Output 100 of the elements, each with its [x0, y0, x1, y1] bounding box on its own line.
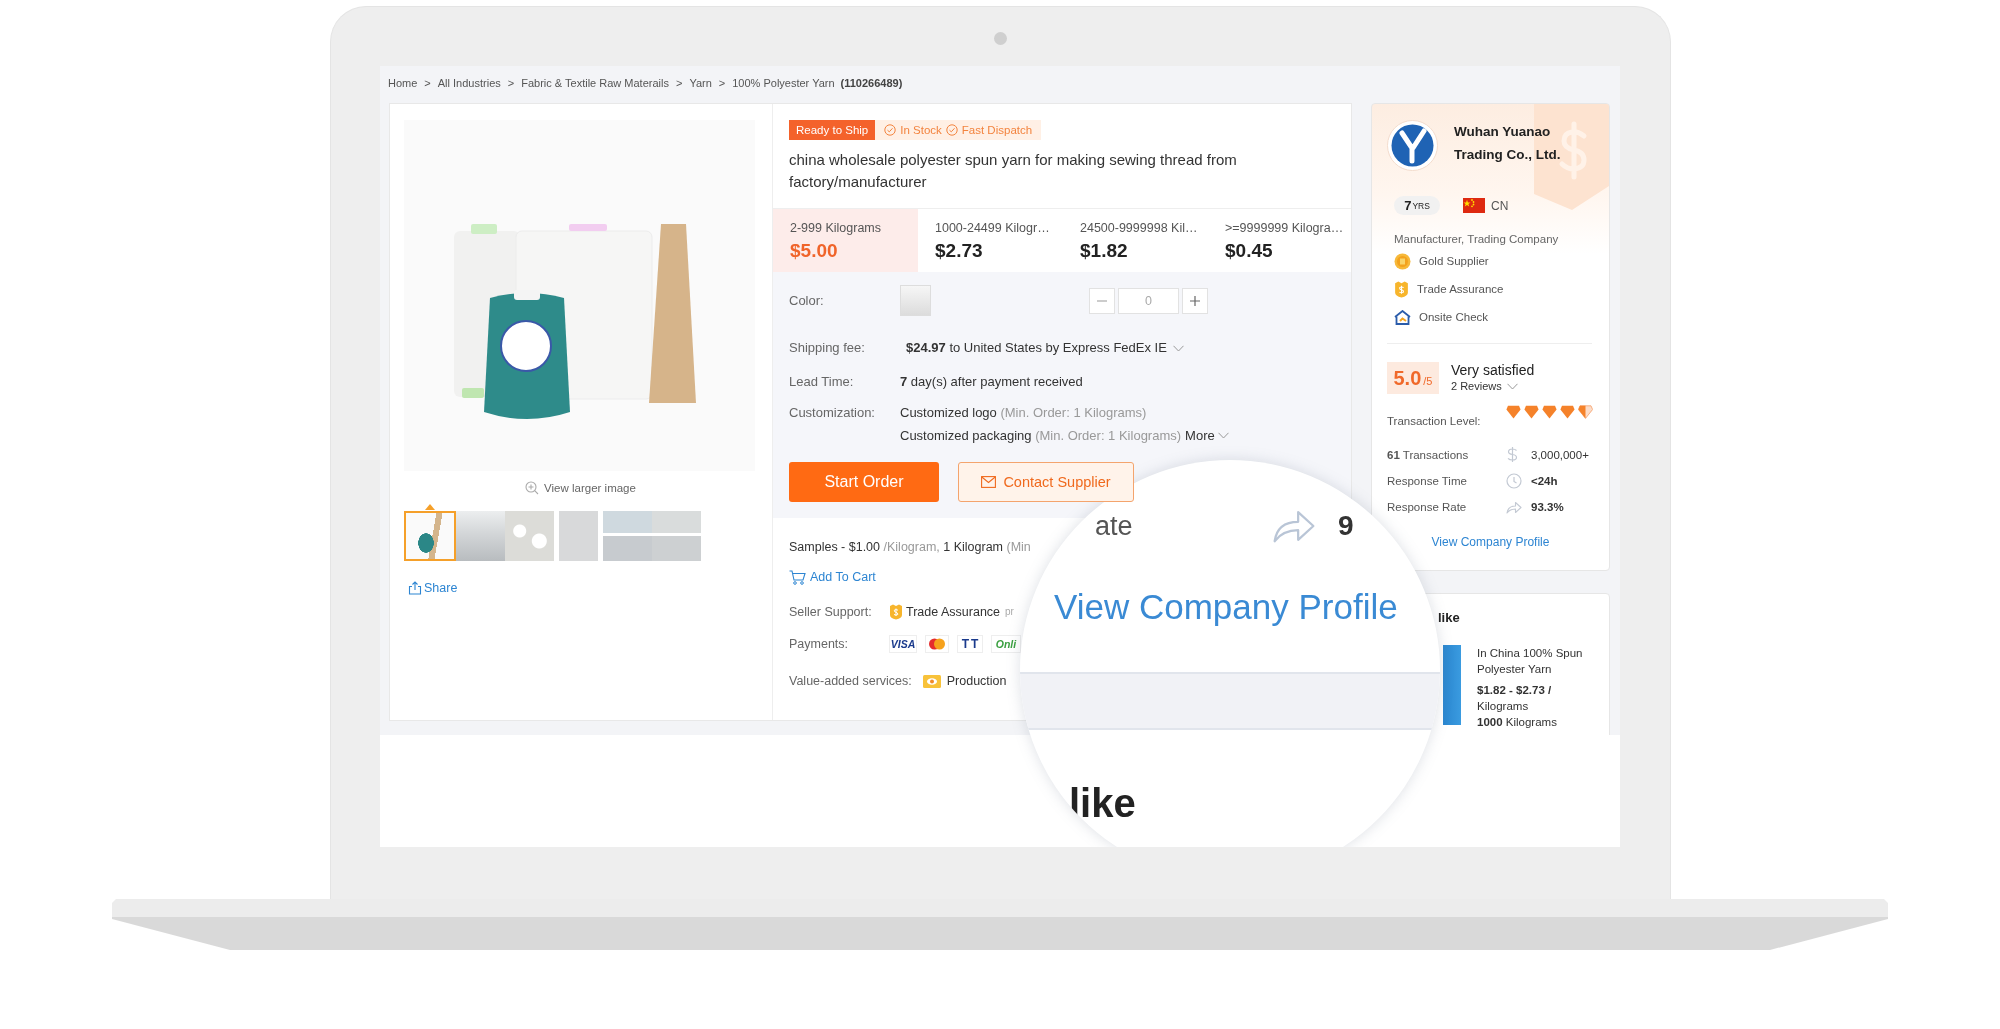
- shipping-label: Shipping fee:: [789, 340, 866, 356]
- share-link[interactable]: Share: [408, 580, 458, 596]
- check-circle-icon: [945, 124, 958, 136]
- breadcrumb-link[interactable]: All Industries: [437, 76, 501, 90]
- more-link[interactable]: More: [1185, 424, 1229, 447]
- quantity-input[interactable]: 0: [1118, 287, 1179, 314]
- view-larger-image-link[interactable]: View larger image: [525, 480, 636, 496]
- business-type: Manufacturer, Trading Company: [1393, 232, 1560, 247]
- payment-logo: VISA: [889, 635, 917, 653]
- price-tier[interactable]: 24500-9999998 Kil… $1.82: [1063, 209, 1208, 272]
- color-swatch[interactable]: [900, 285, 931, 316]
- magnified-text: View Company Profile: [1053, 589, 1399, 625]
- recommendation-heading: like: [1437, 610, 1461, 626]
- magnified-label-fragment: ate: [1095, 512, 1134, 540]
- coin-icon: [1394, 252, 1411, 270]
- breadcrumb-link[interactable]: Home: [388, 76, 418, 90]
- photo-placeholder[interactable]: [1443, 645, 1461, 725]
- recommended-product-title[interactable]: In China 100% Spun Polyester Yarn: [1477, 645, 1595, 677]
- magnified-value-fragment: 9: [1338, 512, 1355, 540]
- arrow-icon: [1271, 508, 1317, 544]
- magnified-heading-fragment: like: [1068, 783, 1137, 823]
- recommended-product-price: $1.82 - $2.73 / Kilograms: [1477, 683, 1553, 714]
- mail-icon: [981, 476, 997, 488]
- diamond-star-icon: [1578, 405, 1593, 419]
- seller-support-label: Seller Support:: [789, 604, 873, 620]
- plus-icon: [1190, 295, 1200, 306]
- view-company-profile-link[interactable]: View Company Profile: [1431, 534, 1550, 550]
- cart-icon: [789, 569, 806, 585]
- card-logo-icon: [925, 635, 949, 653]
- photo-thumbnail[interactable]: [505, 511, 554, 561]
- stat-value: 93.3%: [1531, 500, 1565, 515]
- diamond-star-icon: [1560, 405, 1575, 419]
- breadcrumb-link[interactable]: Fabric & Textile Raw Materails: [521, 76, 669, 90]
- value-added-service: Production: [946, 673, 1007, 689]
- customization-option: Customized logo (Min. Order: 1 Kilograms): [900, 401, 1147, 424]
- customization-label: Customization:: [789, 404, 876, 422]
- shipping-value: $24.97 to United States by Express FedEx IE: [906, 340, 1167, 356]
- seller-support-value: Trade Assurance: [906, 604, 1001, 620]
- shield-icon: [1394, 280, 1409, 298]
- stat-value: <24h: [1531, 474, 1559, 489]
- breadcrumb-current: 100% Polyester Yarn: [732, 76, 835, 90]
- company-logo-icon: [1387, 120, 1438, 171]
- zoom-in-icon: [525, 481, 540, 495]
- rating-scale: /5: [1423, 374, 1433, 389]
- price-tier[interactable]: >=9999999 Kilogra… $0.45: [1208, 209, 1353, 272]
- color-label: Color:: [789, 292, 825, 309]
- check-circle-icon: [884, 124, 897, 136]
- diamond-star-icon: [1542, 405, 1557, 419]
- photo-thumbnail[interactable]: [603, 511, 652, 561]
- supplier-name[interactable]: Wuhan Yuanao Trading Co., Ltd.: [1454, 120, 1579, 171]
- lead-time-value: 7 day(s) after payment received: [900, 374, 1083, 390]
- diamond-star-icon: [1524, 405, 1539, 419]
- lead-time-label: Lead Time:: [789, 374, 855, 390]
- chevron-down-icon: [1506, 383, 1518, 390]
- dollar-icon: [1506, 446, 1519, 463]
- customization-option: Customized packaging (Min. Order: 1 Kilograms): [900, 424, 1182, 447]
- seller-support-note: pr: [1005, 605, 1014, 619]
- add-to-cart-link[interactable]: Add To Cart: [789, 569, 876, 585]
- eye-icon: [922, 674, 941, 688]
- price-tier[interactable]: 1000-24499 Kilogr… $2.73: [918, 209, 1063, 272]
- decrease-button[interactable]: [1089, 287, 1115, 314]
- share-icon: [408, 581, 422, 595]
- shield-icon: [889, 604, 903, 620]
- clock-icon: [1506, 473, 1522, 489]
- rating-summary: Very satisfied: [1451, 362, 1535, 379]
- breadcrumb-link[interactable]: Yarn: [689, 76, 712, 90]
- stat-label: 61 Transactions: [1387, 447, 1470, 463]
- photo-thumbnail[interactable]: [456, 511, 505, 561]
- stock-tag-label: In Stock: [900, 123, 942, 138]
- stat-value: 3,000,000+: [1531, 447, 1590, 463]
- house-icon: [1394, 309, 1411, 325]
- camera-icon: [993, 32, 1007, 45]
- photo-thumbnail[interactable]: [652, 511, 701, 561]
- minus-icon: [1097, 299, 1107, 302]
- value-added-label: Value-added services:: [789, 673, 912, 689]
- reviews-toggle[interactable]: 2 Reviews: [1451, 379, 1535, 394]
- breadcrumb-separator: >: [675, 76, 683, 90]
- transaction-level-label: Transaction Level:: [1387, 415, 1482, 427]
- rating-score: 5.0: [1393, 366, 1422, 391]
- stat-label: Response Time: [1387, 474, 1468, 489]
- chevron-down-icon[interactable]: [1172, 344, 1184, 352]
- breadcrumb-separator: >: [507, 76, 515, 90]
- supplier-badge-label: Gold Supplier: [1419, 255, 1489, 267]
- breadcrumb-separator: >: [718, 76, 726, 90]
- payments-label: Payments:: [789, 636, 850, 652]
- photo-thumbnail[interactable]: [404, 511, 456, 561]
- ready-to-ship-badge: Ready to Ship: [789, 120, 876, 140]
- stat-label: Response Rate: [1387, 500, 1468, 515]
- payment-logo: Onli: [991, 635, 1021, 653]
- payment-logo: TT: [957, 635, 983, 653]
- supplier-badge-label: Trade Assurance: [1417, 283, 1504, 295]
- product-title: china wholesale polyester spun yarn for making sewing thread from factory/manufacturer: [789, 150, 1238, 192]
- increase-button[interactable]: [1182, 287, 1208, 314]
- recommended-product-moq: 1000 Kilograms: [1477, 715, 1558, 730]
- supplier-badge-label: Onsite Check: [1419, 311, 1489, 323]
- breadcrumb-separator: >: [424, 76, 431, 90]
- country-code: CN: [1491, 198, 1509, 213]
- diamond-star-icon: [1506, 405, 1521, 419]
- price-tier[interactable]: 2-999 Kilograms $5.00: [773, 209, 918, 272]
- samples-info: Samples - $1.00 /Kilogram, 1 Kilogram (Min: [789, 539, 1031, 555]
